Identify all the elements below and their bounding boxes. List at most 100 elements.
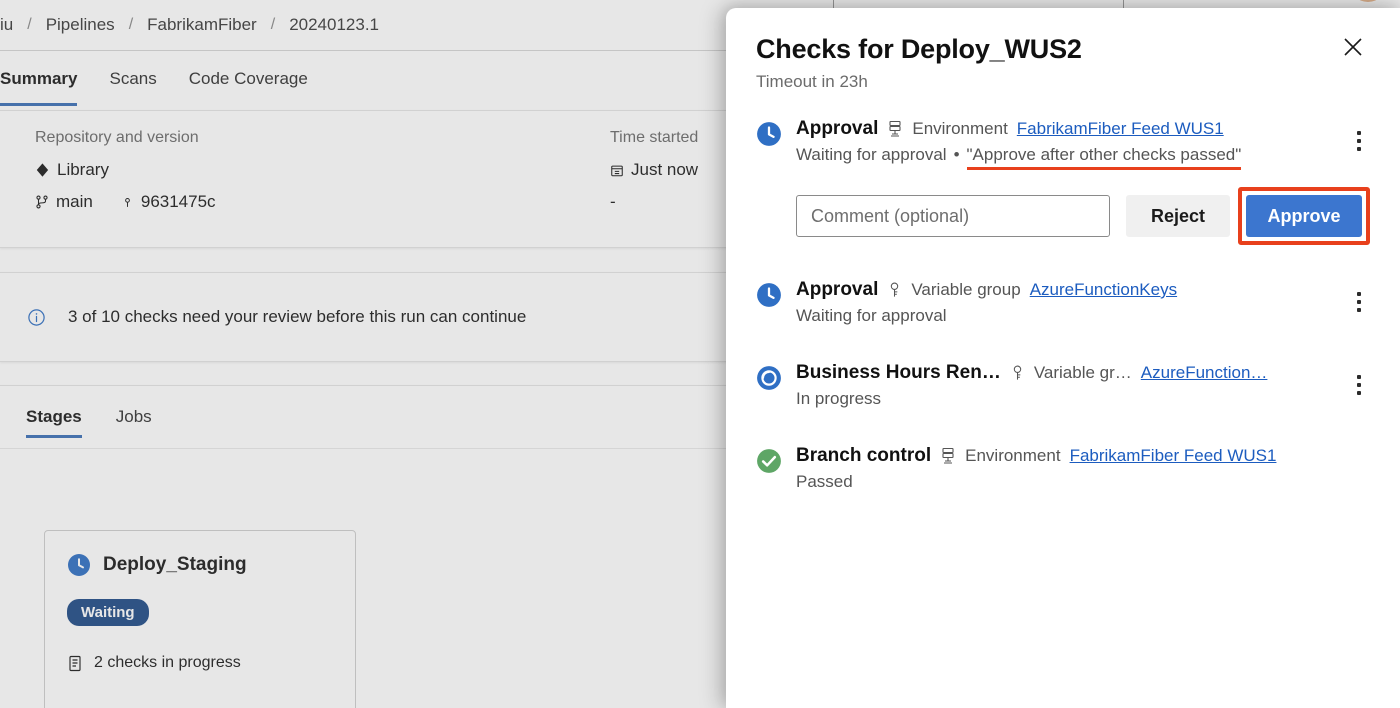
info-icon [27,308,46,327]
checklist-icon [67,655,83,672]
approve-button[interactable]: Approve [1246,195,1362,237]
tab-stages[interactable]: Stages [26,386,100,448]
check-body: Approval Variable group AzureFunctionKey… [796,279,1370,326]
stage-card-deploy-staging[interactable]: Deploy_Staging Waiting 2 checks in progr… [44,530,356,708]
check-resource-type: Environment [912,119,1008,138]
stage-card-header: Deploy_Staging [67,553,333,577]
kebab-menu-icon[interactable] [1346,126,1372,156]
check-status: In progress [796,389,882,408]
check-item: Branch control Environment FabrikamFiber… [756,445,1370,496]
check-body: Business Hours Ren… Variable gr… AzureFu… [796,362,1370,409]
environment-icon [940,447,956,465]
in-progress-icon [756,365,782,391]
variable-group-icon [1010,364,1025,382]
approval-actions: Reject Approve [796,187,1370,245]
repository-icon [35,162,50,178]
tab-scans-label: Scans [109,68,157,88]
calendar-icon [610,163,624,178]
check-status-row: Waiting for approval [796,306,1370,326]
reject-button[interactable]: Reject [1126,195,1230,237]
check-item: Approval Variable group AzureFunctionKey… [756,279,1370,330]
check-name: Branch control [796,445,932,466]
check-status: Passed [796,472,853,491]
clock-icon [756,282,782,308]
check-status: Waiting for approval [796,145,947,164]
check-status-row: Passed [796,472,1370,492]
check-resource-link[interactable]: AzureFunction… [1141,363,1268,383]
branch-commit-row: main 9631475c [35,192,216,212]
time-started-row: Just now [610,160,698,180]
check-resource-type: Environment [965,446,1061,465]
tab-stages-label: Stages [26,407,82,426]
repository-name-row: Library [35,160,216,180]
kebab-menu-icon[interactable] [1346,370,1372,400]
tab-summary-label: Summary [0,68,78,88]
repository-label: Repository and version [35,129,199,146]
check-status-row: In progress [796,389,1370,409]
tab-summary[interactable]: Summary [0,51,93,106]
check-note: "Approve after other checks passed" [966,145,1242,164]
status-badge: Waiting [67,599,149,626]
time-started-label: Time started [610,129,699,146]
panel-title: Checks for Deploy_WUS2 [756,34,1082,64]
commit-icon [121,194,134,210]
elapsed-row: - [610,192,698,212]
check-status-separator: • [953,145,960,164]
tab-jobs[interactable]: Jobs [100,386,168,448]
stage-card-name: Deploy_Staging [103,554,247,575]
check-resource-link[interactable]: AzureFunctionKeys [1030,280,1177,300]
panel-header: Checks for Deploy_WUS2 Timeout in 23h [726,8,1400,92]
time-started-value: Just now [631,160,699,179]
close-button[interactable] [1332,26,1374,68]
check-name: Business Hours Ren… [796,362,1001,383]
tab-jobs-label: Jobs [115,407,152,426]
time-started-column: Time started Just now - [610,129,698,224]
clock-icon [67,553,91,577]
tab-scans[interactable]: Scans [93,51,172,106]
kebab-menu-icon[interactable] [1346,287,1372,317]
stage-card-checks-text: 2 checks in progress [94,654,241,671]
check-resource-type: Variable gr… [1033,363,1132,382]
check-body: Approval Environment FabrikamFiber Feed … [796,118,1370,170]
branch-name[interactable]: main [56,192,93,212]
check-status-row: Waiting for approval • "Approve after ot… [796,145,1370,170]
clock-icon [756,121,782,147]
variable-group-icon [887,281,902,299]
breadcrumb-item-0[interactable]: iu [0,15,27,35]
panel-timeout: Timeout in 23h [756,72,868,91]
stage-card-checks-row: 2 checks in progress [67,654,333,672]
breadcrumb-item-1[interactable]: Pipelines [32,15,129,35]
tab-code-coverage-label: Code Coverage [188,68,308,88]
user-avatar[interactable] [1350,0,1386,2]
checks-panel: Checks for Deploy_WUS2 Timeout in 23h Ap… [726,8,1400,708]
repository-name[interactable]: Library [57,160,109,180]
check-note-wrap: "Approve after other checks passed" [966,145,1242,170]
comment-input[interactable] [796,195,1110,237]
success-check-icon [756,448,782,474]
elapsed-value: - [610,192,616,211]
app-root: iu / Pipelines / FabrikamFiber / 2024012… [0,0,1400,708]
commit-hash[interactable]: 9631475c [141,192,216,212]
check-title-row: Branch control Environment FabrikamFiber… [796,445,1370,467]
close-icon [1341,35,1365,59]
breadcrumb-item-3[interactable]: 20240123.1 [275,15,393,35]
tab-code-coverage[interactable]: Code Coverage [173,51,324,106]
approve-button-highlight: Approve [1238,187,1370,245]
check-title-row: Approval Environment FabrikamFiber Feed … [796,118,1370,140]
check-name: Approval [796,279,879,300]
checks-info-text: 3 of 10 checks need your review before t… [68,307,527,326]
checks-list: Approval Environment FabrikamFiber Feed … [726,92,1400,496]
check-item: Approval Environment FabrikamFiber Feed … [756,118,1372,170]
check-body: Branch control Environment FabrikamFiber… [796,445,1370,492]
check-name: Approval [796,118,879,139]
check-title-row: Approval Variable group AzureFunctionKey… [796,279,1370,301]
check-item: Business Hours Ren… Variable gr… AzureFu… [756,362,1370,413]
check-resource-link[interactable]: FabrikamFiber Feed WUS1 [1017,119,1224,139]
branch-icon [35,194,49,210]
check-resource-link[interactable]: FabrikamFiber Feed WUS1 [1070,446,1277,466]
check-resource-type: Variable group [911,280,1021,299]
repository-column: Repository and version Library main 9631… [35,129,216,224]
annotation-underline [966,167,1242,170]
environment-icon [887,120,903,138]
breadcrumb-item-2[interactable]: FabrikamFiber [133,15,271,35]
